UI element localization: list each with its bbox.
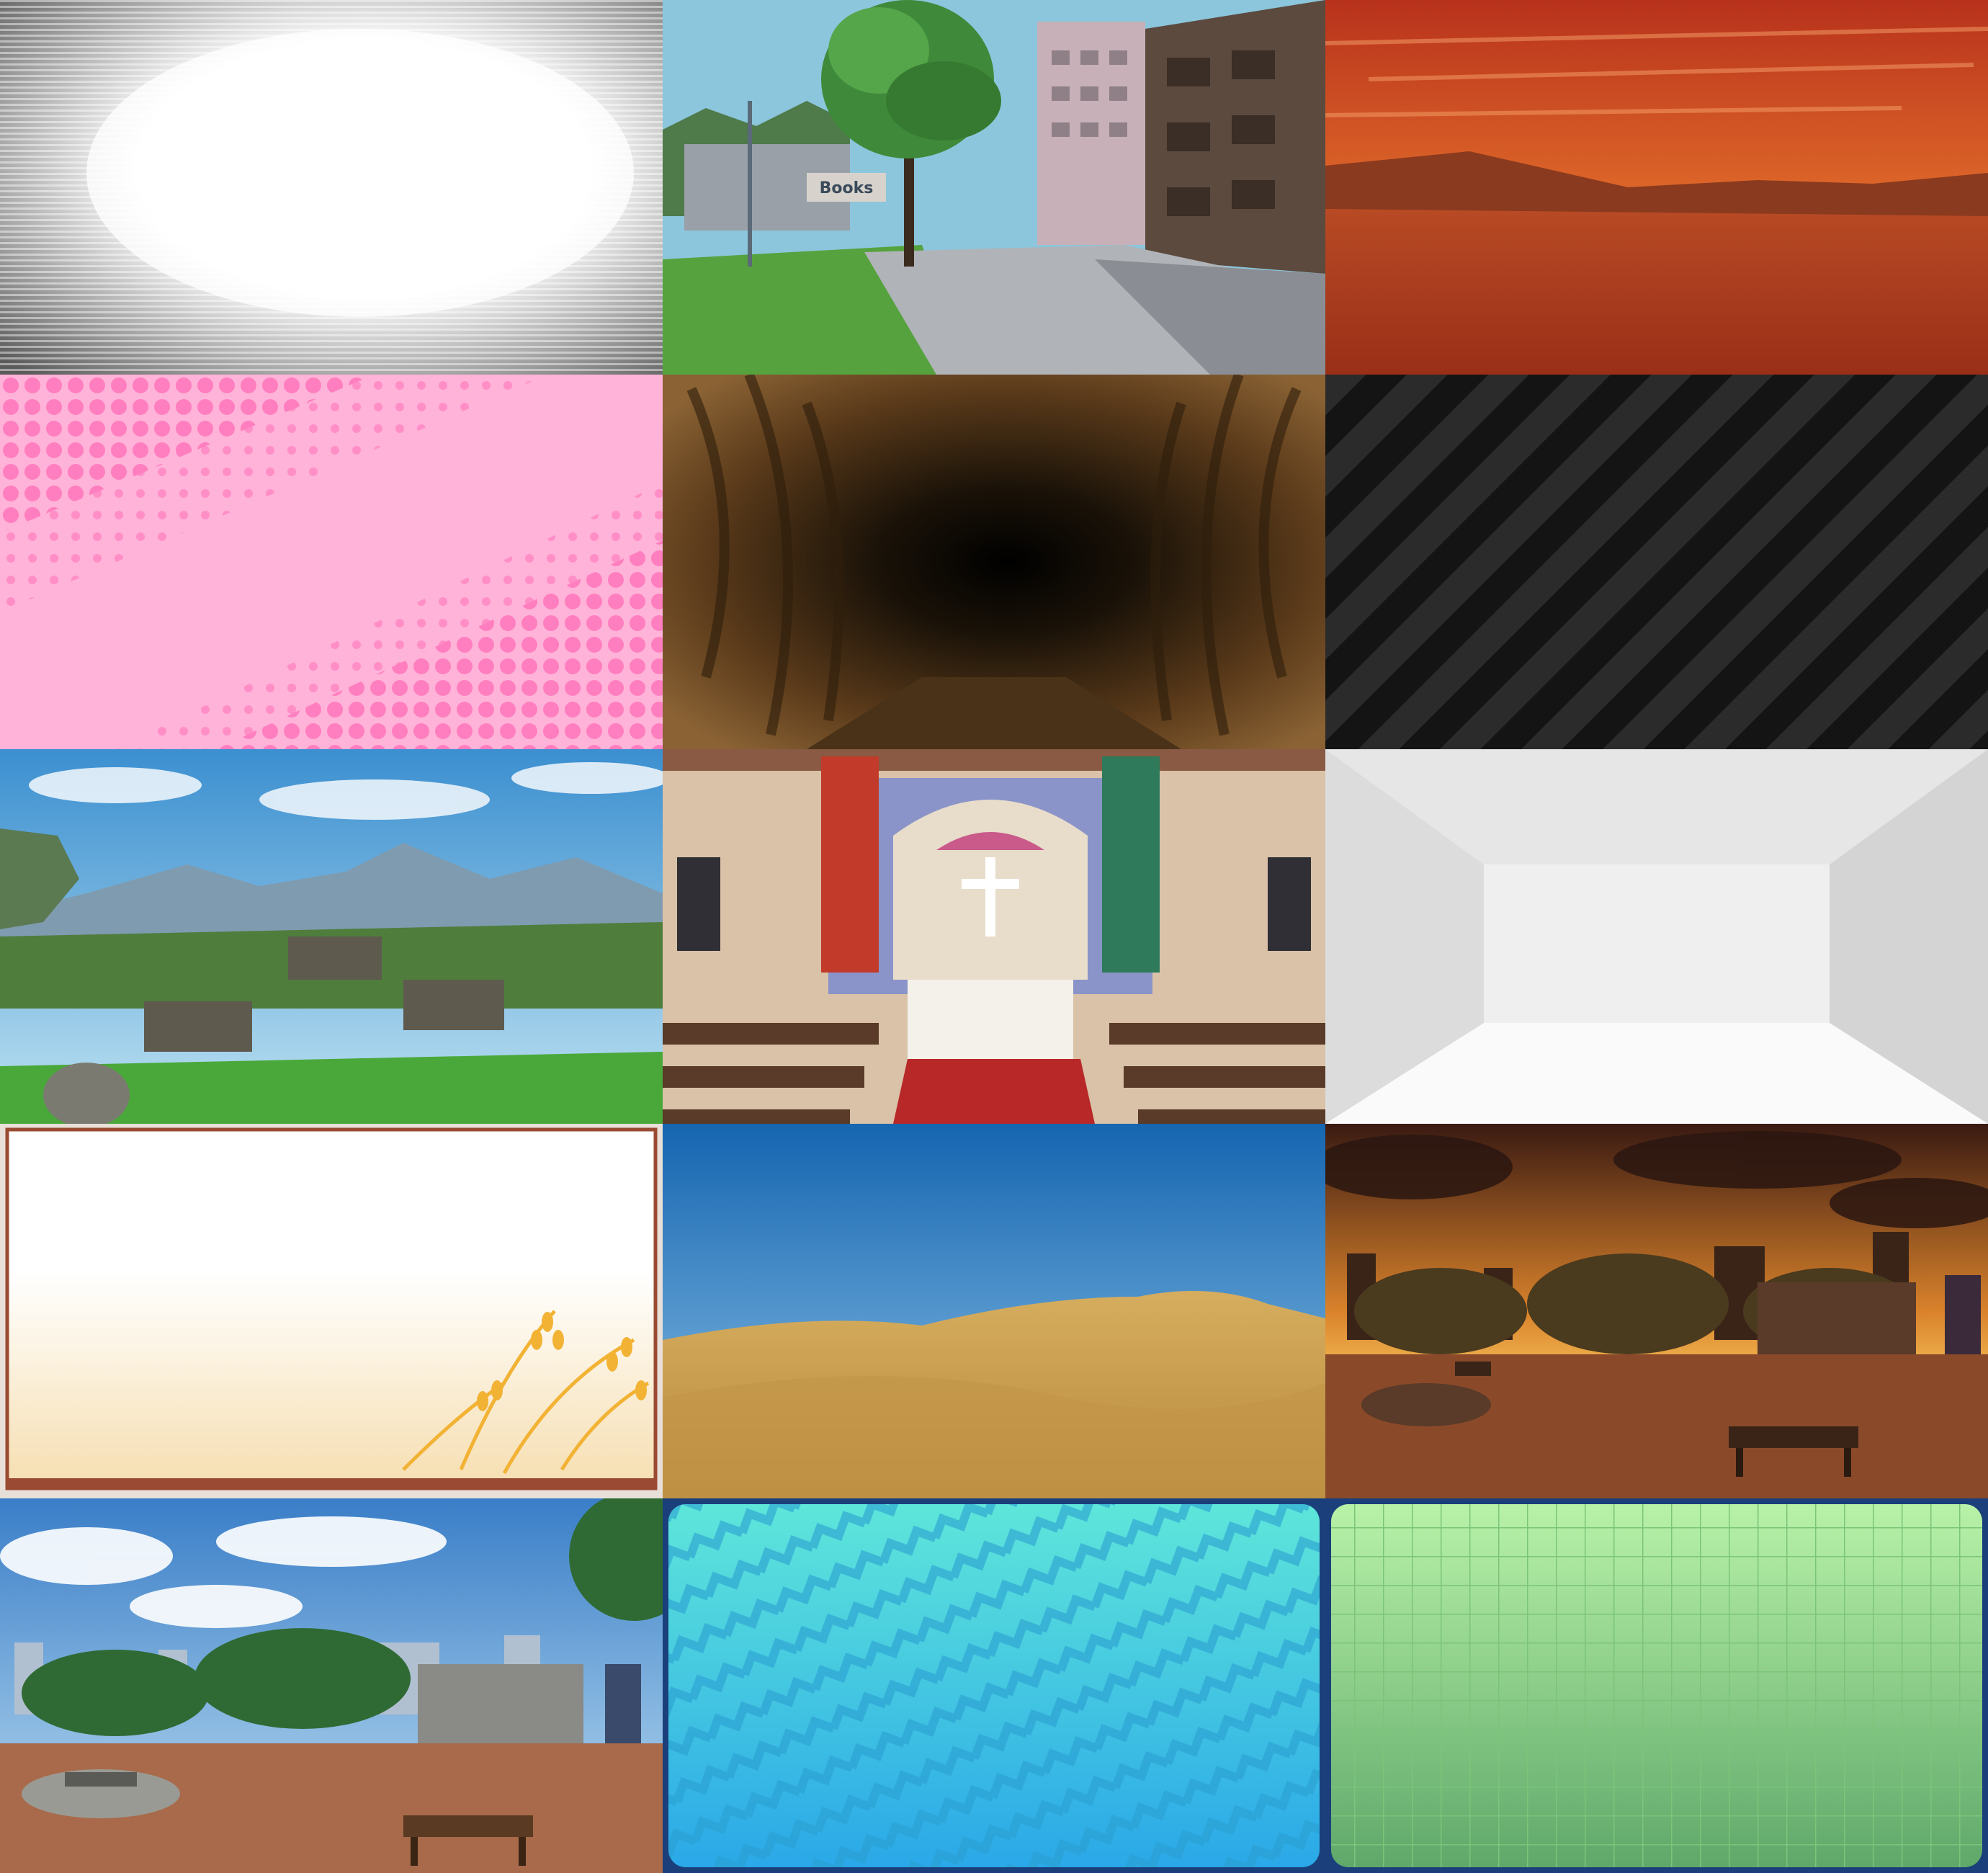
wheat-card-image (0, 1124, 663, 1498)
red-desert-image (1325, 0, 1988, 375)
bg-tile-church-interior[interactable] (663, 749, 1325, 1124)
green-grid-image (1325, 1498, 1988, 1873)
bg-tile-speedlines[interactable] (0, 0, 663, 375)
bg-tile-teal-zigzag[interactable] (663, 1498, 1325, 1873)
tunnel-image (663, 375, 1325, 749)
bg-tile-park-daytime[interactable] (0, 1498, 663, 1873)
pink-halftone-image (0, 375, 663, 749)
bg-tile-park-sunset[interactable] (1325, 1124, 1988, 1498)
bg-tile-dark-tunnel[interactable] (663, 375, 1325, 749)
bg-tile-city-street[interactable]: Books (663, 0, 1325, 375)
bg-tile-green-grid[interactable] (1325, 1498, 1988, 1873)
teal-zigzag-image (663, 1498, 1325, 1873)
dark-stripes-image (1325, 375, 1988, 749)
speedlines-image (0, 0, 663, 375)
city-street-image: Books (663, 0, 1325, 375)
church-interior-image (663, 749, 1325, 1124)
bg-tile-red-sky-desert[interactable] (1325, 0, 1988, 375)
bg-tile-mountain-valley[interactable] (0, 749, 663, 1124)
bg-tile-wheat-card[interactable] (0, 1124, 663, 1498)
park-sunset-image (1325, 1124, 1988, 1498)
bg-tile-dark-stripes[interactable] (1325, 375, 1988, 749)
bg-tile-pink-halftone[interactable] (0, 375, 663, 749)
white-room-image (1325, 749, 1988, 1124)
bg-tile-white-room[interactable] (1325, 749, 1988, 1124)
mountain-valley-image (0, 749, 663, 1124)
background-gallery-grid: Books (0, 0, 1988, 1873)
books-sign-text: Books (820, 179, 874, 197)
park-daytime-image (0, 1498, 663, 1873)
sand-dunes-image (663, 1124, 1325, 1498)
bg-tile-sand-dunes[interactable] (663, 1124, 1325, 1498)
